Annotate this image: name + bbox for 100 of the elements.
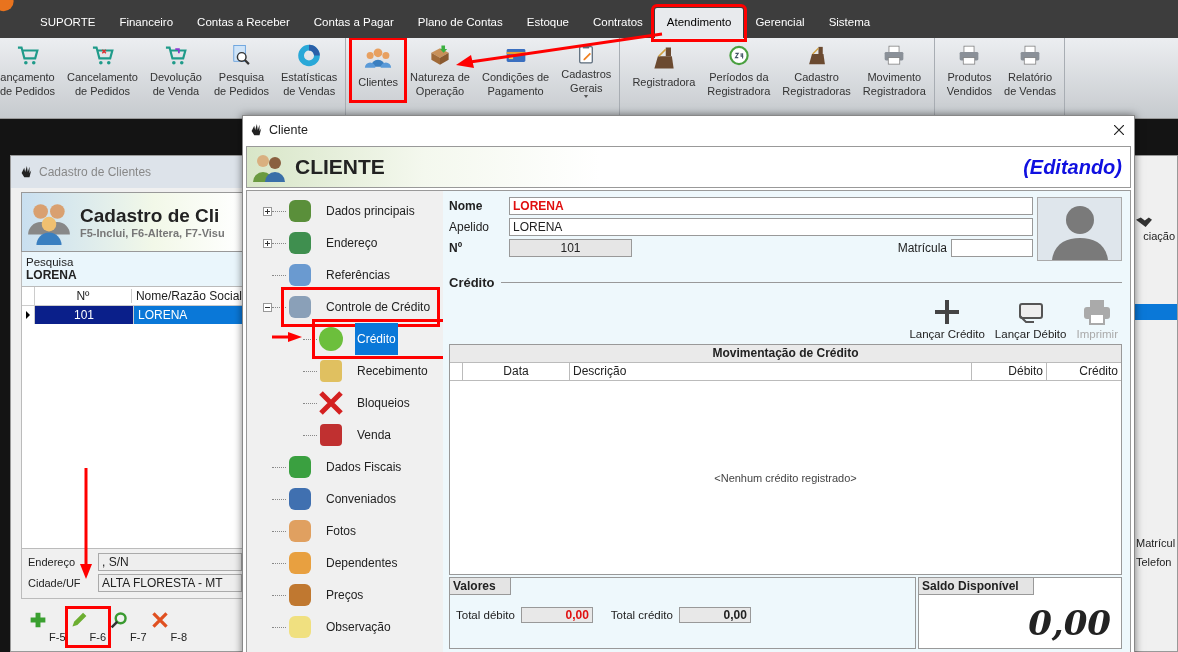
ribbon-button[interactable]: Estatísticas de Vendas bbox=[277, 42, 342, 98]
menu-tab[interactable]: Contratos bbox=[580, 8, 655, 36]
tree-label[interactable]: Observação bbox=[324, 617, 393, 637]
field-label: Endereço bbox=[28, 556, 77, 568]
menu-tab[interactable]: Gerencial bbox=[743, 8, 817, 36]
tree-item[interactable]: Controle de Crédito bbox=[286, 292, 436, 322]
ribbon-button[interactable]: Natureza de Operação bbox=[406, 42, 474, 98]
value-field: 0,00 bbox=[520, 607, 593, 623]
column-header[interactable]: Data bbox=[463, 363, 570, 380]
collapse-icon[interactable] bbox=[263, 302, 272, 312]
menu-tab[interactable]: Plano de Contas bbox=[405, 8, 515, 36]
ribbon-button[interactable]: Devolução de Venda bbox=[146, 42, 206, 98]
tree-item[interactable]: Referências bbox=[286, 260, 421, 290]
toolbar-button[interactable]: ciação bbox=[1134, 216, 1177, 242]
printer-icon bbox=[1082, 298, 1113, 326]
tree-item[interactable]: Crédito bbox=[317, 324, 444, 354]
tree-label[interactable]: Crédito bbox=[355, 323, 398, 355]
app-logo-icon[interactable] bbox=[0, 0, 16, 14]
close-icon[interactable] bbox=[1114, 125, 1124, 135]
ribbon-button[interactable]: Cancelamento de Pedidos bbox=[63, 42, 142, 98]
menu-tab[interactable]: Financeiro bbox=[107, 8, 186, 36]
header-title: Cadastro de Cli bbox=[80, 205, 221, 227]
menu-tab[interactable]: Contas a Pagar bbox=[301, 8, 406, 36]
input-field[interactable]: LORENA bbox=[509, 197, 1033, 215]
tree-item[interactable]: Dados principais bbox=[286, 196, 421, 226]
pencil-icon bbox=[69, 611, 88, 629]
input-field[interactable]: LORENA bbox=[509, 218, 1033, 236]
action-button[interactable]: Lançar Crédito bbox=[909, 298, 985, 344]
tree-label[interactable]: Dados Fiscais bbox=[324, 457, 404, 477]
ribbon-button[interactable]: Clientes bbox=[354, 42, 402, 98]
panel-title: Saldo Disponível bbox=[919, 578, 1034, 595]
hand-icon bbox=[249, 123, 263, 137]
tree-item[interactable]: Venda bbox=[317, 420, 444, 450]
photo-placeholder[interactable] bbox=[1037, 197, 1122, 261]
tree-item[interactable]: Recebimento bbox=[317, 356, 444, 386]
balance-value: 0,00 bbox=[1028, 603, 1112, 643]
expand-icon[interactable] bbox=[263, 238, 272, 248]
tree-label[interactable]: Fotos bbox=[324, 521, 358, 541]
ribbon-button[interactable]: Condições de Pagamento bbox=[477, 42, 554, 98]
ribbon-button[interactable]: Cadastros Gerais bbox=[557, 42, 616, 98]
tree-item[interactable]: Dependentes bbox=[286, 548, 421, 578]
ribbon-button[interactable]: Produtos Vendidos bbox=[942, 42, 997, 98]
selected-row bbox=[1134, 304, 1177, 320]
tree-item[interactable]: Fotos bbox=[286, 516, 421, 546]
tree-item[interactable]: Conveniados bbox=[286, 484, 421, 514]
table-title: Movimentação de Crédito bbox=[450, 345, 1121, 363]
action-button[interactable]: Lançar Débito bbox=[994, 298, 1067, 344]
ribbon-button[interactable]: Registradora bbox=[628, 42, 700, 98]
toolbar-button[interactable]: F-6 bbox=[69, 611, 106, 643]
ribbon-button[interactable]: Pesquisa de Pedidos bbox=[209, 42, 273, 98]
section-title: Crédito bbox=[449, 275, 495, 290]
header-title: CLIENTE bbox=[295, 155, 385, 179]
tree-label[interactable]: Recebimento bbox=[355, 361, 430, 381]
input-field[interactable]: ALTA FLORESTA - MT bbox=[98, 574, 242, 592]
ribbon-button[interactable]: Relatório de Vendas bbox=[1000, 42, 1061, 98]
expand-icon[interactable] bbox=[263, 206, 272, 216]
table-row[interactable]: 101 LORENA bbox=[22, 306, 242, 324]
tree-item[interactable]: Endereço bbox=[286, 228, 421, 258]
ribbon-button[interactable]: Períodos da Registradora bbox=[703, 42, 775, 98]
column-header[interactable]: Descrição bbox=[570, 363, 972, 380]
toolbar-button[interactable]: F-5 bbox=[29, 611, 66, 643]
input-field[interactable]: , S/N bbox=[98, 553, 242, 571]
mode-label: (Editando) bbox=[1023, 155, 1122, 179]
tree-item[interactable]: Bloqueios bbox=[317, 388, 444, 418]
tree-item[interactable]: Preços bbox=[286, 580, 421, 610]
tree-label[interactable]: Venda bbox=[355, 425, 394, 445]
tree-label[interactable]: Referências bbox=[324, 265, 393, 285]
menu-tab[interactable]: Contas a Receber bbox=[185, 8, 302, 36]
tree-label[interactable]: Dependentes bbox=[324, 553, 400, 573]
column-header[interactable]: Débito bbox=[972, 363, 1047, 380]
tree-label[interactable]: Conveniados bbox=[324, 489, 399, 509]
menu-tab[interactable]: Sistema bbox=[816, 8, 883, 36]
search-value[interactable]: LORENA bbox=[26, 268, 238, 282]
tree-label[interactable]: Preços bbox=[324, 585, 366, 605]
field-label: Telefon bbox=[1135, 555, 1173, 570]
input-field: 101 bbox=[509, 239, 632, 257]
field-label: Apelido bbox=[449, 220, 491, 234]
menu-tab[interactable]: SUPORTE bbox=[28, 8, 108, 36]
field-label: Nº bbox=[449, 241, 464, 255]
menu-tab[interactable]: Estoque bbox=[514, 8, 581, 36]
input-field[interactable] bbox=[951, 239, 1033, 257]
tree-item[interactable]: Observação bbox=[286, 612, 421, 642]
tree-label[interactable]: Controle de Crédito bbox=[324, 297, 433, 317]
ribbon-button[interactable]: Movimento Registradora bbox=[858, 42, 930, 98]
field-label: Total débito bbox=[456, 609, 515, 621]
tree-label[interactable]: Bloqueios bbox=[355, 393, 412, 413]
tree-label[interactable]: Dados principais bbox=[324, 201, 417, 221]
column-header[interactable]: Nº bbox=[35, 289, 132, 303]
column-header[interactable]: Crédito bbox=[1047, 363, 1121, 380]
tree-item[interactable]: Dados Fiscais bbox=[286, 452, 421, 482]
tree-label[interactable]: Endereço bbox=[324, 233, 380, 253]
table-cell: 101 bbox=[35, 306, 134, 324]
column-header[interactable]: Nome/Razão Social bbox=[131, 289, 242, 303]
cross-icon bbox=[150, 611, 169, 629]
annotation-arrow bbox=[272, 332, 302, 342]
ribbon-button[interactable]: Cadastro Registradoras bbox=[778, 42, 855, 98]
toolbar-button[interactable]: F-7 bbox=[110, 611, 147, 643]
toolbar-button[interactable]: F-8 bbox=[150, 611, 187, 643]
ribbon-button[interactable]: ançamento de Pedidos bbox=[0, 42, 60, 98]
shortcut-hint: F5-Inclui, F6-Altera, F7-Visu bbox=[80, 227, 225, 239]
